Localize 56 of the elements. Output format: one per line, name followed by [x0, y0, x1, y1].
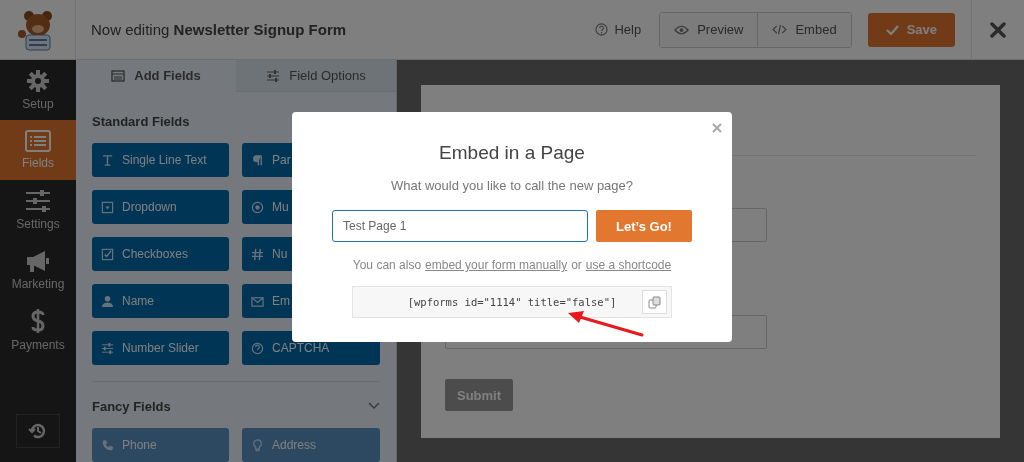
history-button[interactable] [16, 414, 60, 448]
sidebar-item[interactable]: Marketing [0, 240, 76, 300]
section-title: Standard Fields [92, 113, 190, 129]
copy-button[interactable] [642, 290, 667, 314]
dollar-icon [30, 308, 46, 334]
chevron-icon[interactable] [368, 402, 380, 410]
dialog-prompt: What would you like to call the new page? [390, 178, 634, 193]
envelope-icon [251, 294, 264, 308]
history-icon [28, 421, 48, 441]
field-button[interactable]: Address [242, 428, 380, 462]
sidebar-item[interactable]: Fields [0, 120, 76, 180]
field-button[interactable]: Single Line Text [92, 143, 229, 177]
phone-icon [101, 438, 114, 452]
sidebar-item[interactable]: Settings [0, 180, 76, 240]
form-title: Now editing Newsletter Signup Form [91, 21, 347, 38]
question-icon [251, 341, 264, 355]
dialog-title: Embed in a Page [439, 142, 585, 164]
field-button[interactable]: Number Slider [92, 331, 229, 365]
sliders-icon [266, 69, 281, 82]
radio-icon [251, 200, 264, 214]
paragraph-icon [251, 153, 264, 167]
section-title: Fancy Fields [92, 398, 171, 414]
lets-go-button[interactable]: Let’s Go! [596, 210, 692, 242]
shortcode-link[interactable]: use a shortcode [585, 258, 672, 272]
sidebar-item[interactable]: Setup [0, 60, 76, 120]
helper-text: or [571, 258, 582, 272]
field-button[interactable]: Checkboxes [92, 237, 229, 271]
sidebar-item[interactable]: Payments [0, 300, 76, 360]
table-icon [111, 69, 126, 82]
field-button[interactable]: Name [92, 284, 229, 318]
close-icon[interactable] [712, 123, 722, 133]
page-name-field[interactable]: Test Page 1 [332, 210, 588, 242]
checkbox-icon [101, 247, 114, 261]
check-icon [885, 24, 899, 35]
copy-icon [648, 295, 661, 309]
help-icon [595, 23, 609, 36]
help-link[interactable]: Help [595, 22, 642, 37]
text-cursor-icon [101, 153, 114, 167]
embed-button[interactable]: Embed [757, 12, 851, 47]
close-icon[interactable] [990, 21, 1006, 38]
eye-icon [674, 24, 690, 35]
dropdown-icon [101, 200, 114, 214]
panel-tab[interactable]: Field Options [236, 60, 396, 92]
embed-manually-link[interactable]: embed your form manually [425, 258, 568, 272]
save-button[interactable]: Save [867, 12, 955, 47]
megaphone-icon [25, 249, 51, 273]
field-button[interactable]: Phone [92, 428, 229, 462]
sliders-icon [25, 189, 51, 213]
helper-text: You can also [352, 258, 422, 272]
person-icon [101, 294, 114, 308]
list-icon [25, 130, 51, 152]
code-icon [772, 24, 788, 35]
shortcode-text: [wpforms id="1114" title="false"] [407, 296, 617, 308]
sliders-icon [101, 341, 114, 355]
field-button[interactable]: Dropdown [92, 190, 229, 224]
hash-icon [251, 247, 264, 261]
